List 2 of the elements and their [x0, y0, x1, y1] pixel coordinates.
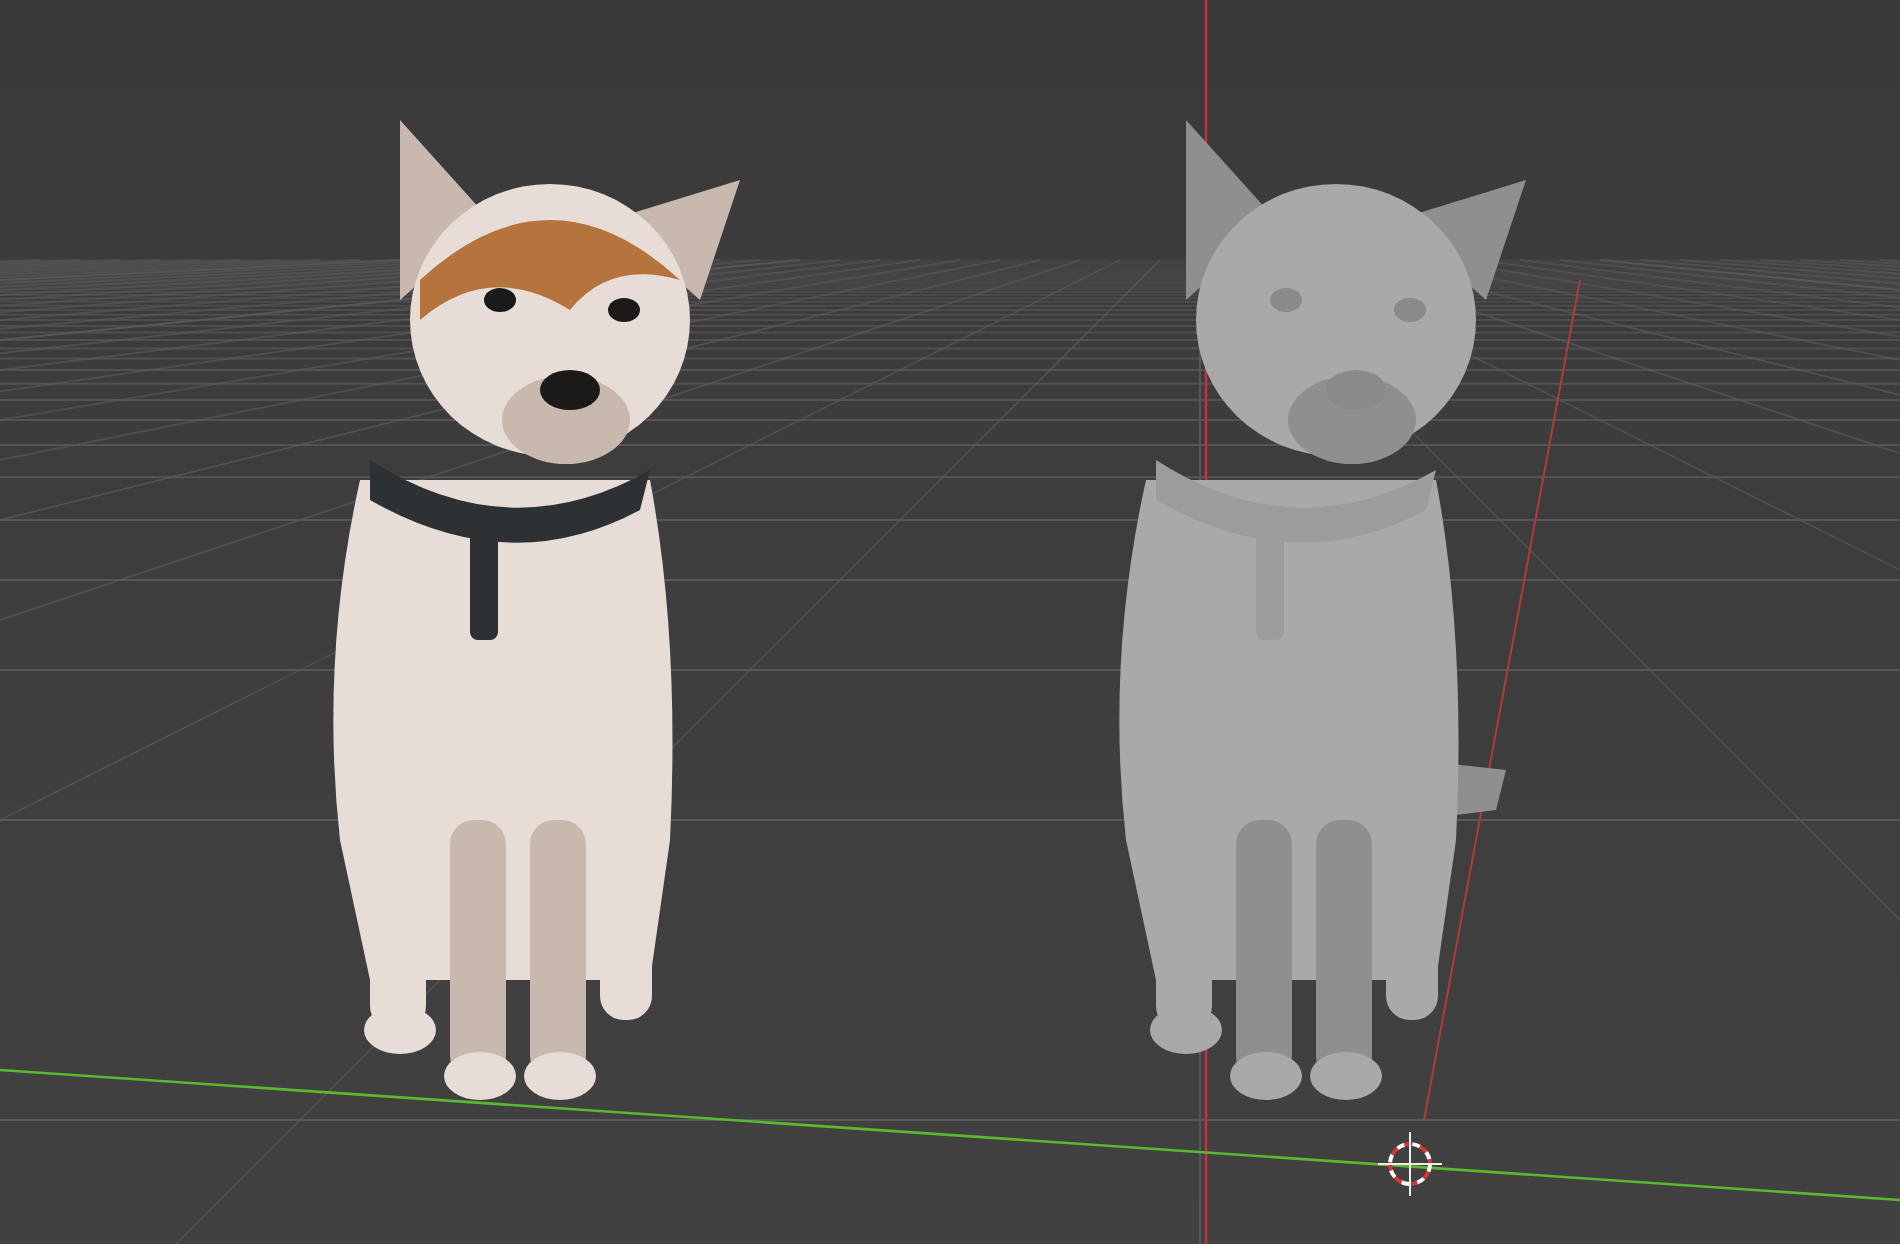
3d-cursor-icon[interactable] — [1377, 1131, 1443, 1197]
3d-viewport[interactable] — [0, 0, 1900, 1244]
